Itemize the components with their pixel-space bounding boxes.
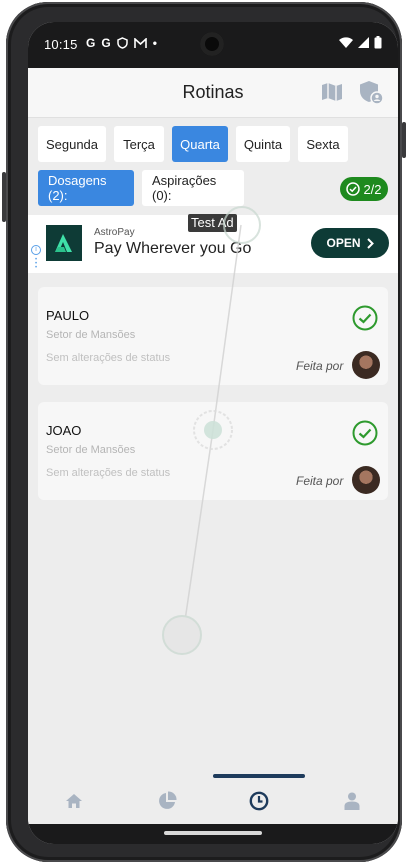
notification-icons: G G • bbox=[86, 36, 157, 50]
map-icon[interactable] bbox=[320, 80, 344, 104]
avatar bbox=[352, 466, 380, 494]
status-time: 10:15 bbox=[44, 37, 78, 52]
screen: 10:15 G G • Rotinas Segunda Terça Quarta… bbox=[28, 22, 398, 844]
google-icon: G bbox=[101, 36, 111, 50]
bottom-navigation bbox=[28, 778, 398, 824]
avatar bbox=[352, 351, 380, 379]
done-by-label: Feita por bbox=[296, 474, 344, 488]
signal-icon bbox=[358, 37, 369, 48]
day-chip-terca[interactable]: Terça bbox=[114, 126, 164, 162]
wifi-icon bbox=[339, 37, 353, 48]
day-chip-quarta[interactable]: Quarta bbox=[172, 126, 228, 162]
ad-open-button[interactable]: OPEN bbox=[311, 228, 389, 258]
system-gesture-bar bbox=[28, 824, 398, 844]
day-chip-segunda[interactable]: Segunda bbox=[38, 126, 106, 162]
patient-sector: Setor de Mansões bbox=[46, 444, 136, 456]
ad-info-icon[interactable]: i bbox=[31, 245, 41, 255]
status-right-icons bbox=[339, 36, 382, 49]
check-circle-icon[interactable] bbox=[352, 305, 378, 331]
battery-icon bbox=[374, 36, 382, 49]
patient-name: PAULO bbox=[46, 308, 90, 323]
google-icon: G bbox=[86, 36, 96, 50]
check-circle-icon[interactable] bbox=[352, 420, 378, 446]
shield-user-icon[interactable] bbox=[358, 79, 384, 105]
nav-statistics[interactable] bbox=[121, 778, 214, 824]
home-gesture-pill[interactable] bbox=[164, 831, 262, 835]
completion-badge: 2/2 bbox=[340, 177, 388, 201]
nav-routines[interactable] bbox=[213, 778, 306, 824]
clock-icon bbox=[249, 791, 269, 811]
volume-button bbox=[2, 172, 6, 222]
patient-sector: Setor de Mansões bbox=[46, 329, 136, 341]
more-notifications-dot: • bbox=[152, 36, 157, 50]
gmail-icon bbox=[133, 37, 147, 48]
day-chip-sexta[interactable]: Sexta bbox=[298, 126, 348, 162]
routine-card[interactable]: PAULO Setor de Mansões Sem alterações de… bbox=[38, 287, 388, 385]
ad-open-label: OPEN bbox=[326, 236, 361, 250]
phone-frame: 10:15 G G • Rotinas Segunda Terça Quarta… bbox=[2, 2, 406, 862]
done-by-label: Feita por bbox=[296, 359, 344, 373]
front-camera bbox=[200, 32, 224, 56]
ad-headline: Pay Wherever you Go bbox=[94, 240, 252, 257]
shield-icon bbox=[116, 37, 128, 49]
person-icon bbox=[344, 792, 360, 810]
day-selector: Segunda Terça Quarta Quinta Sexta bbox=[38, 126, 348, 162]
ad-brand: AstroPay bbox=[94, 227, 135, 238]
routine-card[interactable]: JOAO Setor de Mansões Sem alterações de … bbox=[38, 402, 388, 500]
tab-aspiracoes[interactable]: Aspirações (0): bbox=[142, 170, 244, 206]
day-chip-quinta[interactable]: Quinta bbox=[236, 126, 290, 162]
astropay-logo bbox=[46, 225, 82, 261]
pie-chart-icon bbox=[158, 791, 177, 809]
status-changes: Sem alterações de status bbox=[46, 467, 171, 479]
status-changes: Sem alterações de status bbox=[46, 352, 171, 364]
power-button bbox=[402, 122, 406, 158]
check-circle-icon bbox=[346, 182, 361, 196]
patient-name: JOAO bbox=[46, 423, 82, 438]
status-bar: 10:15 G G • bbox=[28, 22, 398, 68]
ad-choices-dots: • • • bbox=[35, 257, 38, 271]
completion-count: 2/2 bbox=[363, 181, 382, 197]
chevron-right-icon bbox=[366, 237, 374, 249]
test-ad-label: Test Ad bbox=[188, 214, 237, 232]
home-icon bbox=[66, 794, 83, 808]
app-bar: Rotinas bbox=[28, 68, 398, 118]
tab-dosagens[interactable]: Dosagens (2): bbox=[38, 170, 134, 206]
nav-home[interactable] bbox=[28, 778, 121, 824]
nav-profile[interactable] bbox=[306, 778, 399, 824]
category-tabs: Dosagens (2): Aspirações (0): bbox=[38, 170, 244, 206]
